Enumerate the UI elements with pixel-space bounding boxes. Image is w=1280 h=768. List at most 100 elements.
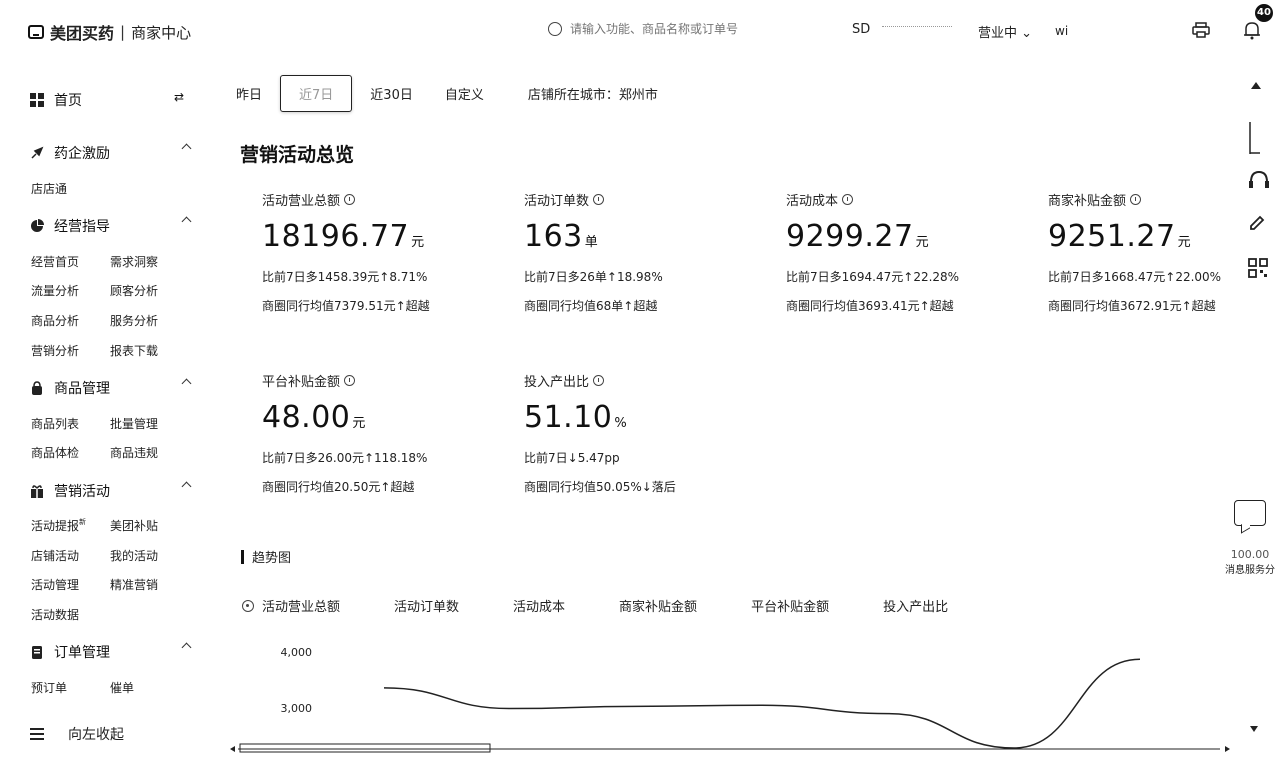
sidebar-item-product-violation[interactable]: 商品违规 xyxy=(110,444,158,461)
store-city: 店铺所在城市：郑州市 xyxy=(528,84,658,103)
y-tick-label: 4,000 xyxy=(281,646,313,659)
sidebar-item-traffic[interactable]: 流量分析 xyxy=(31,282,79,299)
metric-card-revenue: 活动营业总额 18196.77 元 比前7日多1458.39元↑8.71% 商圈同… xyxy=(262,190,502,314)
info-icon[interactable] xyxy=(344,375,356,386)
sidebar-item-meituan-subsidy[interactable]: 美团补贴 xyxy=(110,517,158,534)
chart-tab-roi[interactable]: 投入产出比 xyxy=(883,596,948,615)
store-status-label: 营业中 xyxy=(978,26,1018,41)
chart-tab-revenue[interactable]: 活动营业总额 xyxy=(242,596,340,615)
info-icon[interactable] xyxy=(593,375,605,386)
horizontal-scrollbar[interactable] xyxy=(230,743,1230,753)
top-bar: 美团买药 | 商家中心 SD 营业中 ⌄ wi 40 xyxy=(0,0,1280,62)
sidebar-item-service[interactable]: 服务分析 xyxy=(110,312,158,329)
metric-value-number: 51.10 xyxy=(524,400,613,435)
chart-tab-platform-subsidy[interactable]: 平台补贴金额 xyxy=(751,596,829,615)
chart-tab-merchant-subsidy[interactable]: 商家补贴金额 xyxy=(619,596,697,615)
sidebar-group-operation[interactable]: 经营指导 xyxy=(30,216,192,236)
arrow-down-icon[interactable] xyxy=(1248,724,1260,734)
printer-icon[interactable] xyxy=(1192,22,1210,38)
sidebar-item-op-home[interactable]: 经营首页 xyxy=(31,253,79,270)
service-score-value: 100.00 xyxy=(1230,548,1270,561)
metric-value-number: 48.00 xyxy=(262,400,351,435)
info-icon[interactable] xyxy=(344,194,356,205)
info-icon[interactable] xyxy=(842,194,854,205)
trend-chart: 4,000 3,000 xyxy=(230,646,1230,753)
metric-label: 平台补贴金额 xyxy=(262,371,502,390)
sidebar-item-activity-submit[interactable]: 活动提报新 xyxy=(31,517,86,534)
metric-unit: 元 xyxy=(1177,235,1192,250)
metric-value-number: 18196.77 xyxy=(262,219,410,254)
global-search[interactable] xyxy=(548,21,812,37)
notification-badge: 40 xyxy=(1255,4,1273,22)
sidebar-item-dian-dian-tong[interactable]: 店店通 xyxy=(31,180,67,197)
metric-benchmark: 商圈同行均值7379.51元↑超越 xyxy=(262,299,430,313)
metric-value: 51.10% xyxy=(524,400,764,435)
sidebar-item-store-activity[interactable]: 店铺活动 xyxy=(31,547,79,564)
chart-metric-tabs: 活动营业总额 活动订单数 活动成本 商家补贴金额 平台补贴金额 投入产出比 xyxy=(242,596,1002,615)
store-status-dropdown[interactable]: 营业中 ⌄ xyxy=(978,22,1032,41)
chat-bubble-icon xyxy=(1234,500,1266,526)
metric-label-text: 活动营业总额 xyxy=(262,194,341,209)
sidebar-item-customer[interactable]: 顾客分析 xyxy=(110,282,158,299)
sidebar-group-label: 经营指导 xyxy=(54,219,110,235)
sidebar-item-product-check[interactable]: 商品体检 xyxy=(31,444,79,461)
edit-icon[interactable] xyxy=(1248,214,1266,232)
metric-label-text: 活动订单数 xyxy=(524,194,590,209)
message-service-score[interactable]: 100.00 消息服务分 xyxy=(1222,500,1278,576)
sidebar-item-activity-manage[interactable]: 活动管理 xyxy=(31,576,79,593)
clipboard-icon xyxy=(30,645,44,659)
sidebar-item-home[interactable]: 首页 ⇄ xyxy=(30,90,190,110)
search-input[interactable] xyxy=(568,21,812,37)
tab-custom[interactable]: 自定义 xyxy=(445,84,484,103)
headset-icon[interactable] xyxy=(1248,170,1270,190)
sidebar-item-demand[interactable]: 需求洞察 xyxy=(110,253,158,270)
metric-label-text: 投入产出比 xyxy=(524,375,590,390)
bell-icon[interactable] xyxy=(1243,20,1261,40)
sidebar-item-my-activity[interactable]: 我的活动 xyxy=(110,547,158,564)
rocket-icon xyxy=(30,146,44,160)
sidebar-item-batch[interactable]: 批量管理 xyxy=(110,415,158,432)
sidebar-item-report-download[interactable]: 报表下载 xyxy=(110,342,158,359)
sidebar-group-orders[interactable]: 订单管理 xyxy=(30,642,192,662)
user-name[interactable]: wi xyxy=(1055,24,1068,38)
metric-benchmark: 商圈同行均值68单↑超越 xyxy=(524,299,658,313)
chevron-up-icon xyxy=(181,642,192,653)
arrow-up-icon[interactable] xyxy=(1248,80,1264,96)
qr-code-icon[interactable] xyxy=(1248,258,1268,278)
sidebar-group-products[interactable]: 商品管理 xyxy=(30,378,192,398)
info-icon[interactable] xyxy=(593,194,605,205)
sidebar-item-urge-order[interactable]: 催单 xyxy=(110,679,134,696)
sidebar-group-label: 营销活动 xyxy=(54,484,110,500)
scroll-right-icon xyxy=(1225,746,1230,752)
brand-name: 美团买药 xyxy=(50,24,115,43)
metric-value: 48.00 元 xyxy=(262,400,502,435)
info-icon[interactable] xyxy=(1130,194,1142,205)
metric-card-roi: 投入产出比 51.10% 比前7日↓5.47pp 商圈同行均值50.05%↓落后 xyxy=(524,371,764,495)
chart-tab-cost[interactable]: 活动成本 xyxy=(513,596,565,615)
chart-tab-orders[interactable]: 活动订单数 xyxy=(394,596,459,615)
sidebar-item-precision-marketing[interactable]: 精准营销 xyxy=(110,576,158,593)
sidebar-item-marketing-analysis[interactable]: 营销分析 xyxy=(31,342,79,359)
metric-unit: 单 xyxy=(584,235,599,250)
pie-chart-icon xyxy=(30,219,44,233)
sidebar-group-pharma[interactable]: 药企激励 xyxy=(30,143,192,163)
switch-icon[interactable]: ⇄ xyxy=(174,90,184,104)
tab-last-30-days[interactable]: 近30日 xyxy=(370,84,413,103)
radio-selected-icon xyxy=(242,599,254,612)
scroll-indicator-icon[interactable] xyxy=(1248,122,1262,154)
menu-icon xyxy=(30,728,44,740)
sidebar-item-preorder[interactable]: 预订单 xyxy=(31,679,67,696)
store-id-masked xyxy=(882,26,953,33)
tab-last-7-days[interactable]: 近7日 xyxy=(280,74,353,112)
collapse-sidebar-button[interactable]: 向左收起 xyxy=(30,724,124,744)
sidebar-item-product-list[interactable]: 商品列表 xyxy=(31,415,79,432)
collapse-label: 向左收起 xyxy=(68,727,124,743)
bag-icon xyxy=(30,381,44,395)
tab-yesterday[interactable]: 昨日 xyxy=(236,84,262,103)
sidebar-group-marketing[interactable]: 营销活动 xyxy=(30,481,192,501)
chart-tab-label: 活动营业总额 xyxy=(262,600,341,615)
sidebar-item-product-analysis[interactable]: 商品分析 xyxy=(31,312,79,329)
brand-logo[interactable]: 美团买药 | 商家中心 xyxy=(28,20,191,44)
sidebar-item-activity-data[interactable]: 活动数据 xyxy=(31,606,79,623)
metric-unit: % xyxy=(614,416,628,431)
